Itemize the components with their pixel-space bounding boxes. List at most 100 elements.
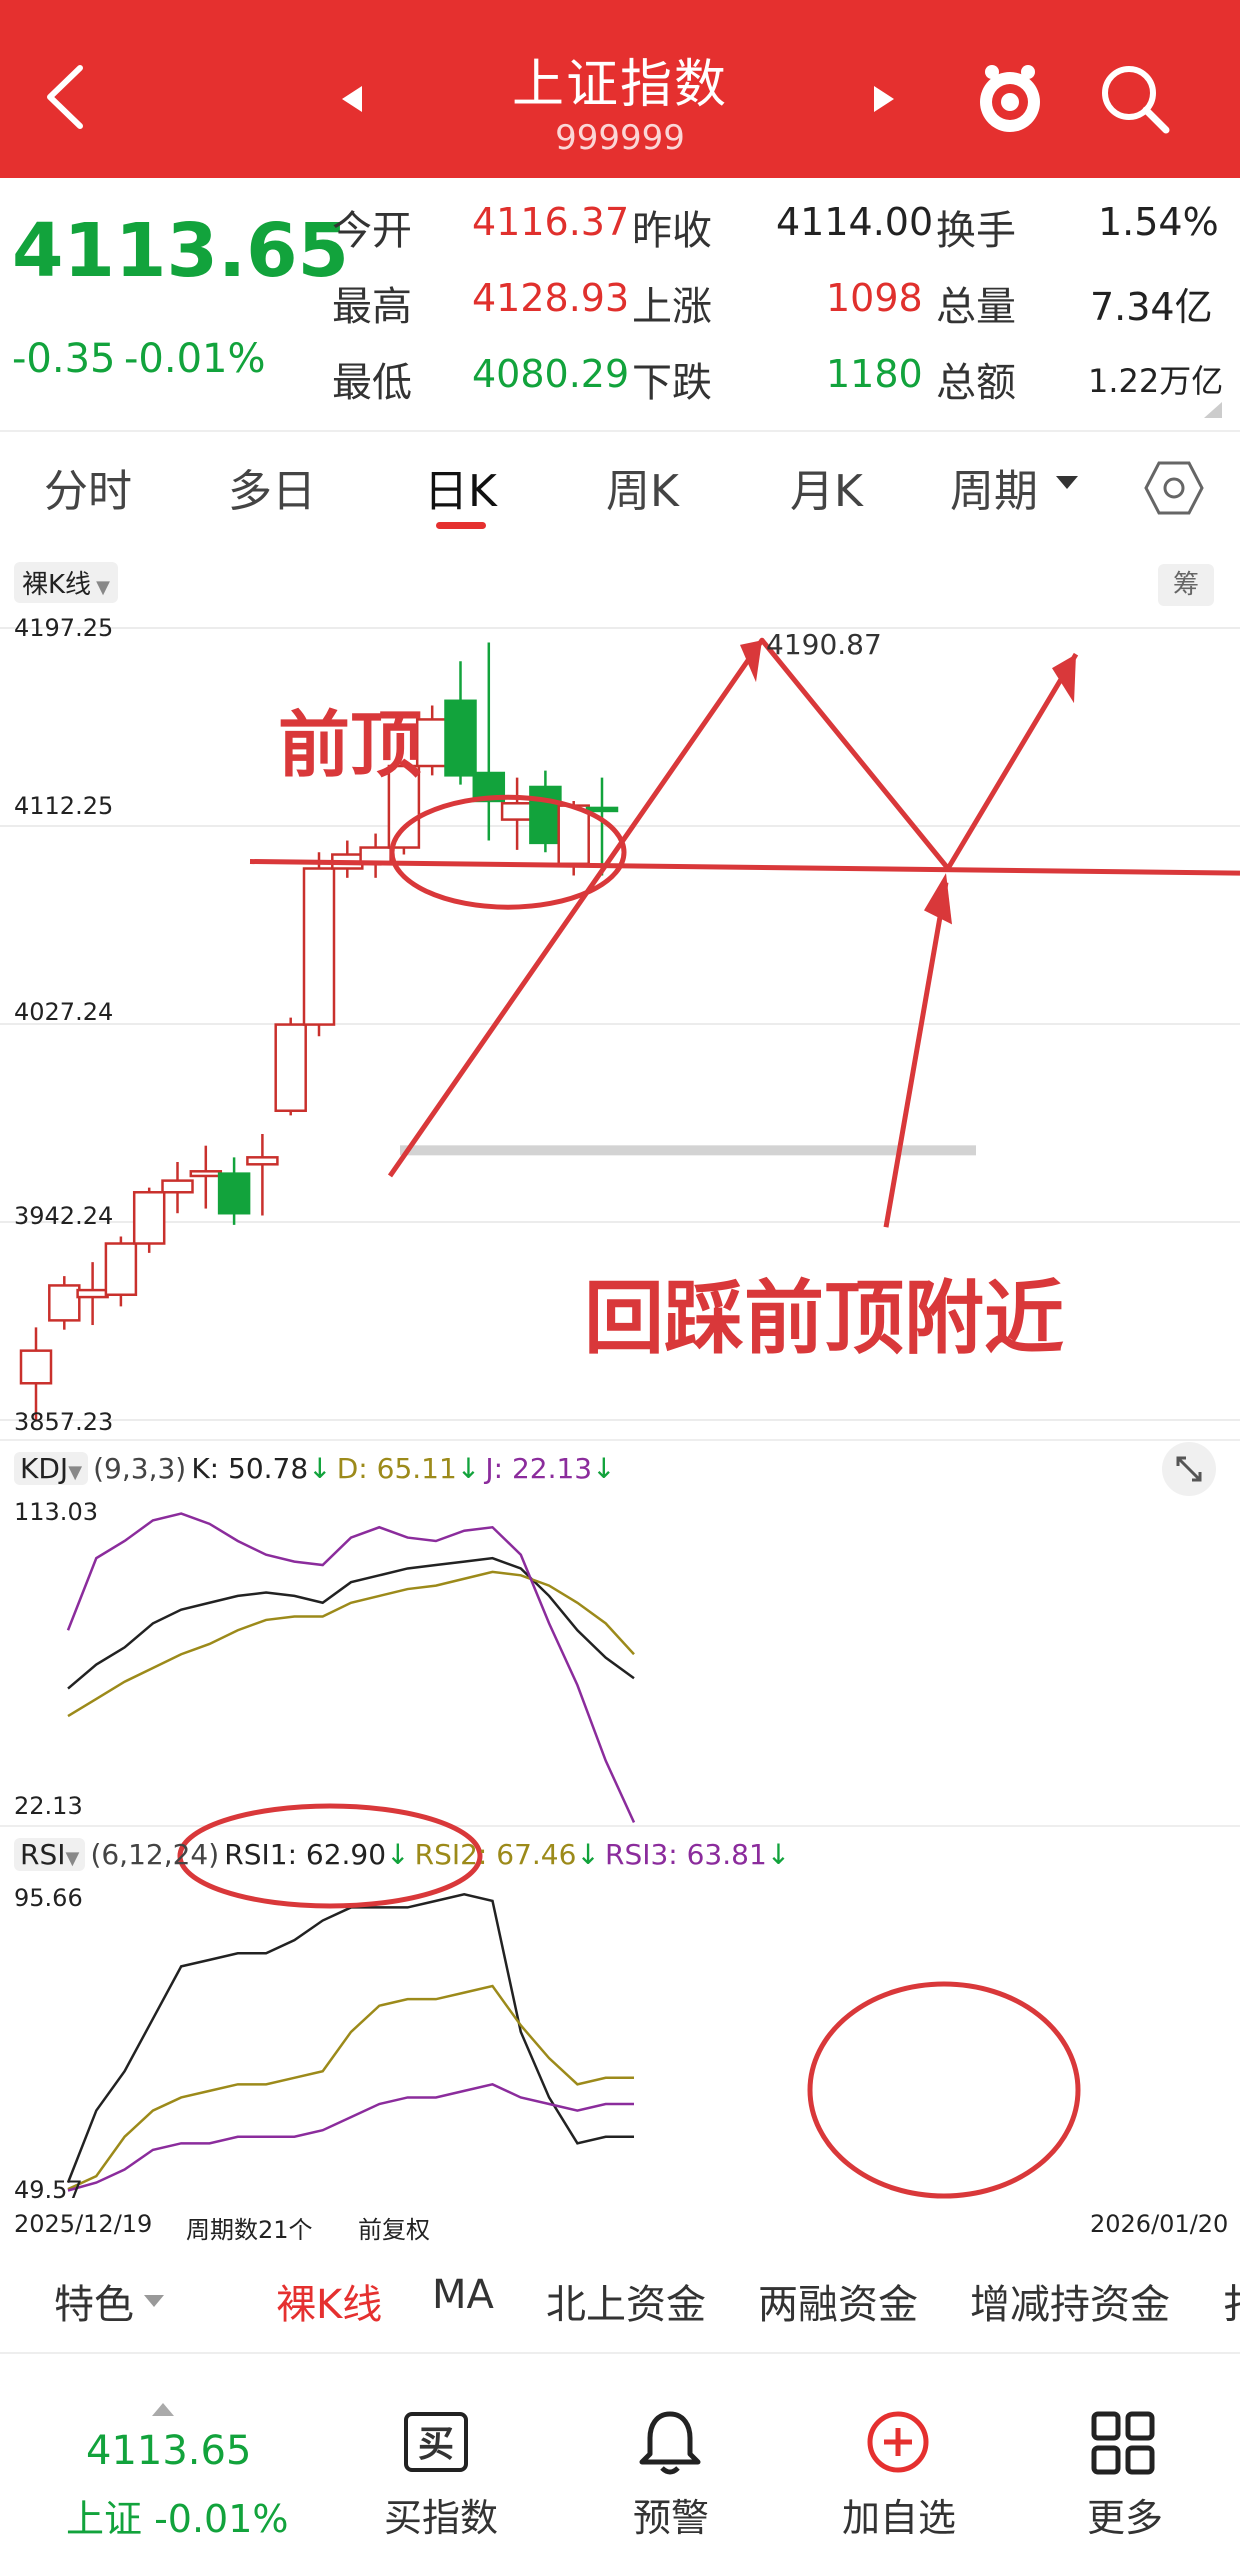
tab-daily-k[interactable]: 日K xyxy=(424,455,497,519)
btab-margin[interactable]: 两融资金 xyxy=(758,2272,918,2330)
rsi-params: (6,12,24) xyxy=(90,1838,220,1871)
rsi-name: RSI xyxy=(20,1838,66,1871)
settings-hexagon-icon[interactable] xyxy=(1144,458,1204,518)
quote-value: 4116.37 xyxy=(472,200,630,244)
divider xyxy=(0,430,1240,432)
nav-price: 4113.65 xyxy=(86,2428,252,2474)
candle-body xyxy=(500,802,534,821)
dropdown-icon: ▼ xyxy=(96,577,110,598)
mascot-icon[interactable] xyxy=(972,58,1048,138)
y-axis-label: 4112.25 xyxy=(14,792,114,820)
nav-more[interactable]: 更多 xyxy=(1050,2487,1200,2542)
app-header: 上证指数 999999 xyxy=(0,0,1240,178)
candle-body xyxy=(302,867,336,1026)
add-circle-icon[interactable] xyxy=(864,2408,932,2476)
nav-alert[interactable]: 预警 xyxy=(596,2487,746,2542)
down-arrow-icon: ↓ xyxy=(592,1452,616,1485)
rsi1-line xyxy=(66,1893,634,2184)
kdj-selector[interactable]: KDJ▼ xyxy=(14,1452,89,1485)
divider xyxy=(0,2352,1240,2354)
annotation-previous-top: 前顶 xyxy=(278,703,423,787)
tab-multiday[interactable]: 多日 xyxy=(228,455,316,519)
quote-value: 1.54% xyxy=(1098,200,1219,244)
pointer-arrow xyxy=(883,882,949,1228)
quote-label: 今开 xyxy=(332,208,412,254)
quote-label: 下跌 xyxy=(632,360,712,406)
quote-label: 上涨 xyxy=(632,284,712,330)
candle-body xyxy=(246,1156,279,1166)
grid-icon[interactable] xyxy=(1090,2410,1156,2476)
quote-value: 4128.93 xyxy=(472,276,630,320)
candle-body xyxy=(19,1349,53,1385)
nav-add-watchlist[interactable]: 加自选 xyxy=(824,2487,974,2542)
search-icon[interactable] xyxy=(1098,62,1172,136)
down-arrow-icon: ↓ xyxy=(766,1838,791,1871)
quote-label: 最高 xyxy=(332,284,412,330)
arrow-head xyxy=(740,640,762,683)
quote-label: 昨收 xyxy=(632,208,712,254)
btab-naked-k[interactable]: 裸K线 xyxy=(276,2272,382,2330)
y-axis-label: 3942.24 xyxy=(14,1202,114,1230)
kdj-params: (9,3,3) xyxy=(93,1452,187,1485)
btab-feature[interactable]: 特色 xyxy=(54,2272,134,2330)
kdj-y-min: 22.13 xyxy=(14,1792,83,1820)
quote-value: 7.34亿 xyxy=(1090,285,1213,329)
nav-buy-index[interactable]: 买指数 xyxy=(366,2487,516,2542)
expand-quote-icon[interactable] xyxy=(1200,400,1224,420)
period-dropdown-icon[interactable] xyxy=(1054,472,1080,492)
candle-body xyxy=(132,1191,166,1245)
current-price: 4113.65 xyxy=(12,208,350,294)
kline-chart[interactable] xyxy=(0,550,1240,2250)
next-index-icon[interactable] xyxy=(872,84,896,114)
rsi-legend: RSI▼ (6,12,24) RSI1: 62.90↓ RSI2: 67.46↓… xyxy=(14,1838,790,1871)
candle-body xyxy=(557,804,590,866)
quote-label: 总量 xyxy=(936,284,1016,330)
btab-northbound[interactable]: 北上资金 xyxy=(546,2272,706,2330)
kdj-legend: KDJ▼ (9,3,3) K: 50.78↓ D: 65.11↓ J: 22.1… xyxy=(14,1452,616,1485)
kdj-d: D: 65.11 xyxy=(336,1452,457,1485)
candle-body xyxy=(585,806,619,813)
kdj-name: KDJ xyxy=(20,1452,69,1485)
candle-body xyxy=(161,1179,194,1194)
btab-holding-change[interactable]: 增减持资金 xyxy=(970,2272,1170,2330)
quote-label: 总额 xyxy=(936,360,1016,406)
indicator-label: 裸K线 xyxy=(22,570,92,600)
tab-monthly-k[interactable]: 月K xyxy=(790,455,863,519)
rsi1: RSI1: 62.90 xyxy=(224,1838,387,1871)
candle-body xyxy=(274,1023,307,1112)
bell-icon[interactable] xyxy=(636,2408,704,2476)
x-axis-start: 2025/12/19 xyxy=(14,2210,153,2238)
dropdown-icon: ▼ xyxy=(68,1462,83,1483)
rsi2: RSI2: 67.46 xyxy=(414,1838,577,1871)
quote-label: 最低 xyxy=(332,360,412,406)
tab-period[interactable]: 周期 xyxy=(950,455,1038,519)
dropdown-icon: ▼ xyxy=(65,1848,80,1869)
fullscreen-button[interactable] xyxy=(1162,1442,1216,1496)
quote-value: 1.22万亿 xyxy=(1088,362,1224,400)
candle-body xyxy=(104,1242,138,1297)
quote-value: 1098 xyxy=(826,276,923,320)
quote-value: 1180 xyxy=(826,352,923,396)
candle-body xyxy=(217,1172,251,1215)
x-axis-end: 2026/01/20 xyxy=(1090,2210,1229,2238)
dropdown-icon[interactable] xyxy=(142,2293,166,2309)
buy-icon[interactable]: 买 xyxy=(404,2412,468,2472)
chip-button[interactable]: 筹 xyxy=(1158,564,1214,606)
rsi3: RSI3: 63.81 xyxy=(604,1838,767,1871)
tab-intraday[interactable]: 分时 xyxy=(44,455,132,519)
candle-body xyxy=(189,1170,223,1178)
tab-weekly-k[interactable]: 周K xyxy=(606,455,679,519)
y-axis-label: 3857.23 xyxy=(14,1408,114,1436)
btab-ma[interactable]: MA xyxy=(432,2272,494,2318)
annotation-pullback: 回踩前顶附近 xyxy=(584,1272,1064,1365)
index-code: 999999 xyxy=(555,118,685,158)
candle-body xyxy=(76,1288,109,1299)
candle-body xyxy=(48,1284,81,1322)
btab-overflow[interactable]: 扌 xyxy=(1222,2272,1240,2330)
price-change-pct: -0.01% xyxy=(124,336,266,382)
rsi-selector[interactable]: RSI▼ xyxy=(14,1838,86,1871)
indicator-selector[interactable]: 裸K线 ▼ xyxy=(14,562,118,603)
y-axis-label: 4197.25 xyxy=(14,614,114,642)
rsi-y-min: 49.57 xyxy=(14,2176,83,2204)
down-arrow-icon: ↓ xyxy=(456,1452,481,1485)
